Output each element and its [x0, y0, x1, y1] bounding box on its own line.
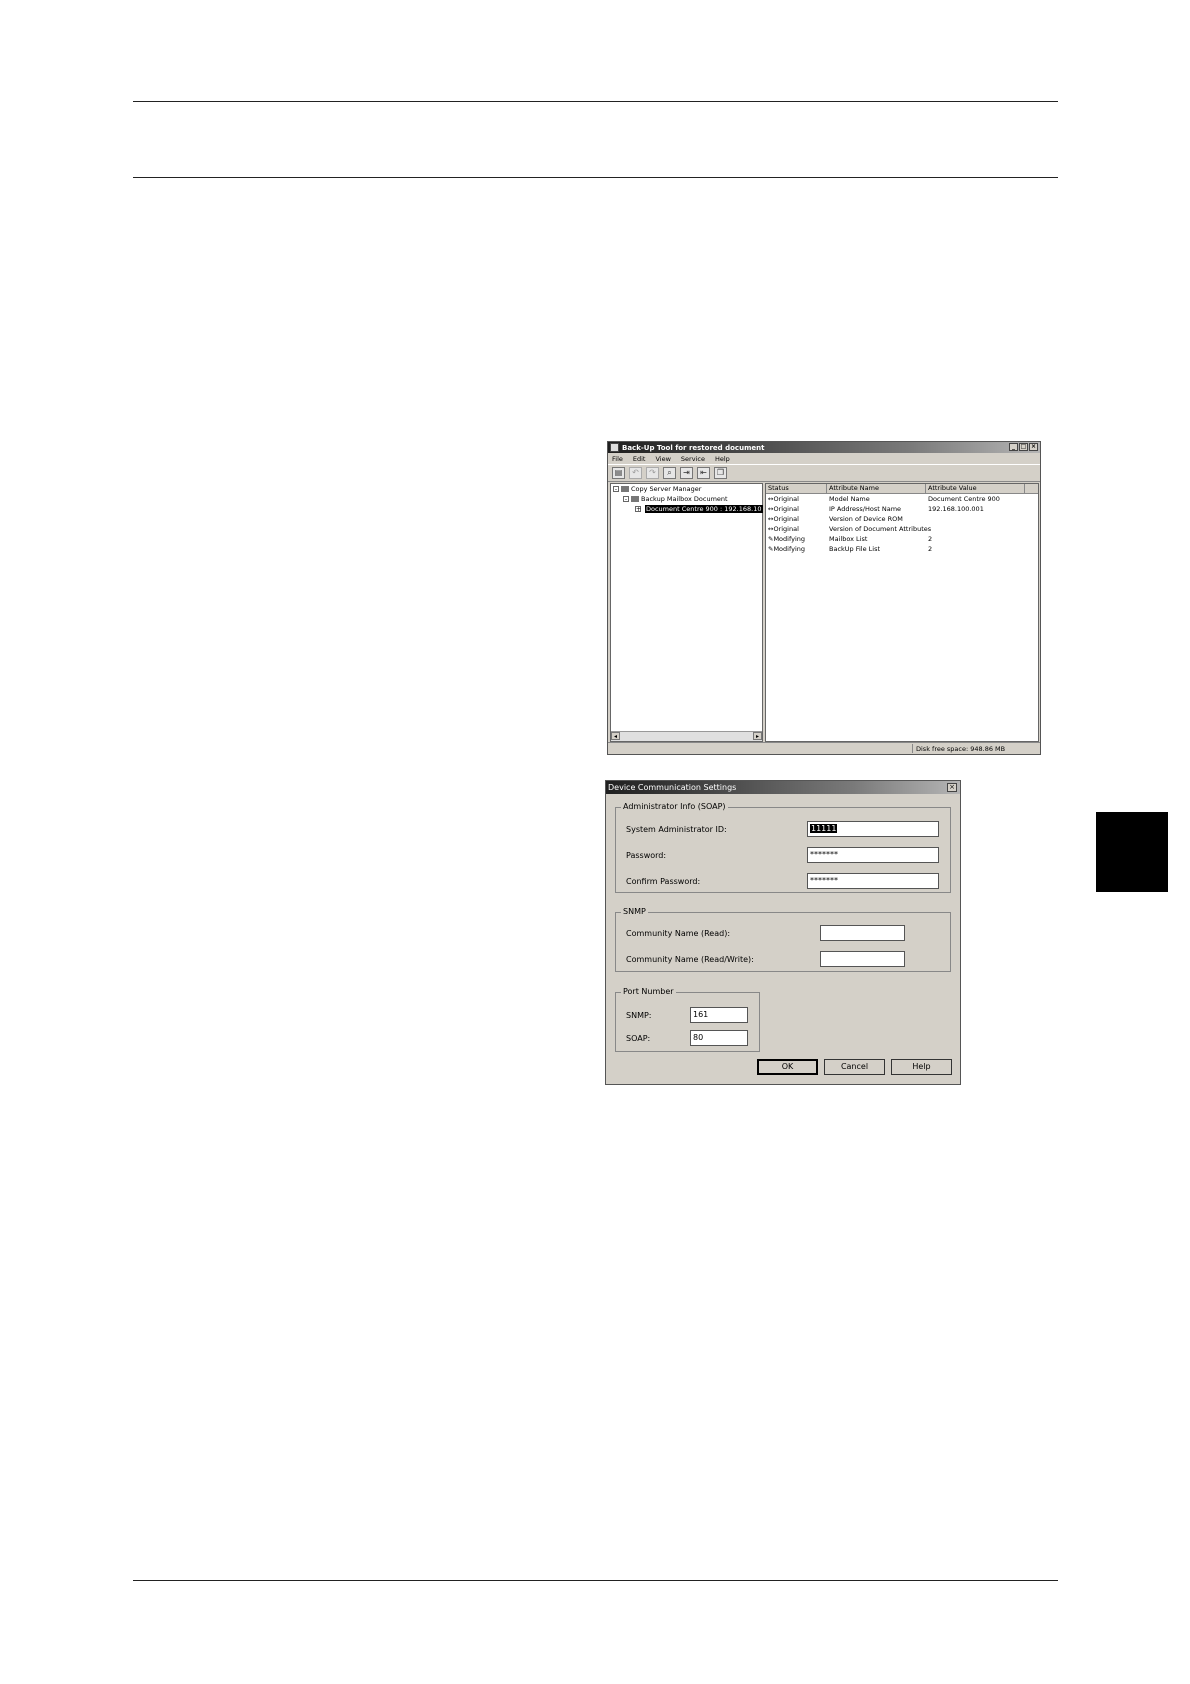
row-status: Original [773, 505, 799, 513]
top-rule-2 [133, 177, 1058, 178]
row-attribute-name: BackUp File List [829, 545, 881, 553]
confirm-password-field[interactable]: ******* [807, 873, 939, 889]
soap-port-label: SOAP: [626, 1034, 651, 1043]
tree-item-label: Document Centre 900 : 192.168.10 [645, 505, 763, 513]
dialog-title: Device Communication Settings [608, 783, 737, 792]
chapter-tab [1096, 812, 1168, 892]
import-icon[interactable]: ⇤ [697, 467, 710, 479]
toolbar: ▤ ↶ ↷ ⌕ ⇥ ⇤ ❐ [608, 464, 1040, 482]
collapse-icon[interactable]: - [623, 496, 629, 503]
row-attribute-value: 192.168.100.001 [928, 505, 984, 513]
community-read-label: Community Name (Read): [626, 929, 731, 938]
menu-view[interactable]: View [655, 455, 670, 463]
password-field[interactable]: ******* [807, 847, 939, 863]
device-communication-dialog: Device Communication Settings × Administ… [605, 780, 961, 1085]
maximize-icon[interactable]: □ [1019, 443, 1028, 451]
menu-file[interactable]: File [612, 455, 623, 463]
row-attribute-name: Mailbox List [829, 535, 868, 543]
row-attribute-name: Model Name [829, 495, 870, 503]
list-item[interactable]: ✎Modifying Mailbox List 2 [766, 534, 1038, 544]
admin-id-value: 11111 [810, 824, 838, 833]
row-attribute-value: Document Centre 900 [928, 495, 1000, 503]
scroll-right-icon[interactable]: ▸ [753, 732, 762, 740]
list-header: Status Attribute Name Attribute Value [766, 484, 1038, 494]
community-rw-field[interactable] [820, 951, 905, 967]
backup-tool-window: Back-Up Tool for restored document _ □ ×… [607, 441, 1041, 755]
server-icon [621, 486, 629, 492]
menu-bar: File Edit View Service Help [608, 453, 1040, 464]
copy-icon[interactable]: ❐ [714, 467, 727, 479]
ok-button[interactable]: OK [757, 1059, 818, 1075]
disk-free-space: Disk free space: 948.86 MB [916, 744, 1006, 753]
admin-id-field[interactable]: 11111 [807, 821, 939, 837]
menu-help[interactable]: Help [715, 455, 730, 463]
snmp-group-label: SNMP [621, 907, 648, 917]
minimize-icon[interactable]: _ [1009, 443, 1018, 451]
attribute-list: Status Attribute Name Attribute Value ↔O… [765, 483, 1039, 742]
collapse-icon[interactable]: - [613, 486, 619, 493]
cancel-button[interactable]: Cancel [824, 1059, 885, 1075]
dialog-titlebar[interactable]: Device Communication Settings × [606, 781, 960, 794]
list-item[interactable]: ✎Modifying BackUp File List 2 [766, 544, 1038, 554]
row-attribute-name: IP Address/Host Name [829, 505, 902, 513]
row-attribute-value: 2 [928, 545, 933, 553]
confirm-password-label: Confirm Password: [626, 877, 701, 886]
list-item[interactable]: ↔Original Version of Device ROM [766, 514, 1038, 524]
row-attribute-value [926, 524, 1025, 534]
window-titlebar[interactable]: Back-Up Tool for restored document _ □ × [608, 442, 1040, 453]
community-read-field[interactable] [820, 925, 905, 941]
column-attribute-name[interactable]: Attribute Name [827, 484, 926, 493]
list-item[interactable]: ↔Original Version of Document Attributes [766, 524, 1038, 534]
row-status: Modifying [773, 535, 806, 543]
status-bar-left [608, 744, 913, 753]
row-status: Original [773, 515, 799, 523]
community-rw-label: Community Name (Read/Write): [626, 955, 754, 964]
admin-info-group-label: Administrator Info (SOAP) [621, 802, 728, 812]
expand-icon[interactable]: + [635, 506, 641, 513]
tree-pane: - Copy Server Manager - Backup Mailbox D… [610, 483, 763, 742]
horizontal-scrollbar[interactable]: ◂ ▸ [611, 731, 762, 741]
password-label: Password: [626, 851, 667, 860]
tree-item-label: Copy Server Manager [631, 485, 702, 493]
row-attribute-name: Version of Device ROM [829, 515, 903, 523]
folder-icon [631, 496, 639, 502]
column-status[interactable]: Status [766, 484, 827, 493]
tree-item[interactable]: + Document Centre 900 : 192.168.10 [611, 504, 763, 514]
close-icon[interactable]: × [947, 783, 957, 792]
row-attribute-name: Version of Document Attributes [829, 525, 932, 533]
app-icon [610, 443, 619, 452]
port-number-group-label: Port Number [621, 987, 676, 997]
row-status: Original [773, 495, 799, 503]
bottom-rule [133, 1580, 1058, 1581]
snmp-port-label: SNMP: [626, 1011, 652, 1020]
undo-icon[interactable]: ↶ [629, 467, 642, 479]
export-icon[interactable]: ⇥ [680, 467, 693, 479]
help-button[interactable]: Help [891, 1059, 952, 1075]
tree-item[interactable]: - Backup Mailbox Document [611, 494, 762, 504]
top-rule-1 [133, 101, 1058, 102]
scroll-left-icon[interactable]: ◂ [611, 732, 620, 740]
admin-id-label: System Administrator ID: [626, 825, 727, 834]
close-icon[interactable]: × [1029, 443, 1038, 451]
menu-service[interactable]: Service [681, 455, 705, 463]
row-status: Original [773, 525, 799, 533]
redo-icon[interactable]: ↷ [646, 467, 659, 479]
row-attribute-value [926, 514, 1025, 524]
row-attribute-value: 2 [928, 535, 933, 543]
list-item[interactable]: ↔Original IP Address/Host Name 192.168.1… [766, 504, 1038, 514]
row-status: Modifying [773, 545, 806, 553]
tree-item[interactable]: - Copy Server Manager [611, 484, 762, 494]
soap-port-field[interactable]: 80 [690, 1030, 748, 1046]
list-item[interactable]: ↔Original Model Name Document Centre 900 [766, 494, 1038, 504]
window-title: Back-Up Tool for restored document [622, 443, 765, 452]
column-attribute-value[interactable]: Attribute Value [926, 484, 1025, 493]
status-bar: Disk free space: 948.86 MB [608, 742, 1040, 754]
new-icon[interactable]: ▤ [612, 467, 625, 479]
tree-item-label: Backup Mailbox Document [641, 495, 728, 503]
search-icon[interactable]: ⌕ [663, 467, 676, 479]
menu-edit[interactable]: Edit [633, 455, 646, 463]
snmp-port-field[interactable]: 161 [690, 1007, 748, 1023]
